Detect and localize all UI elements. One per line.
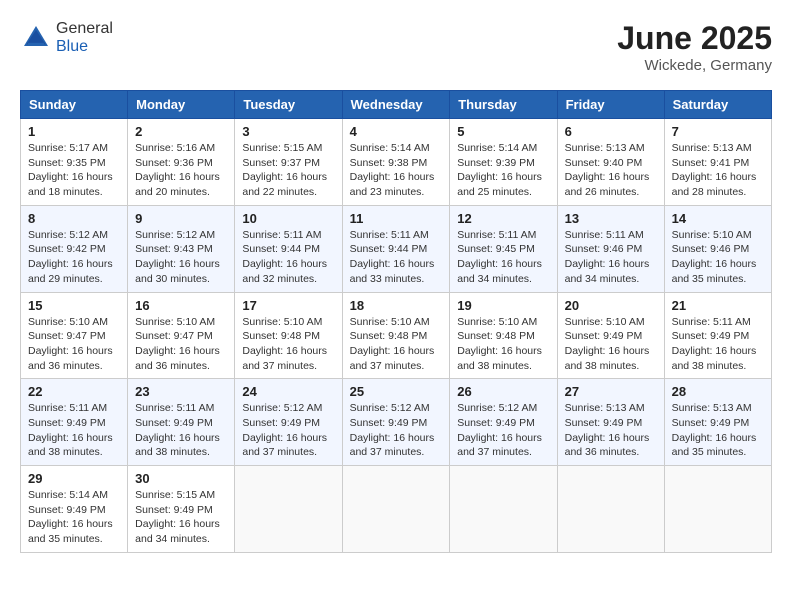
logo-blue-text: Blue	[56, 38, 88, 55]
table-row: 4Sunrise: 5:14 AMSunset: 9:38 PMDaylight…	[342, 119, 450, 206]
calendar-week-1: 1Sunrise: 5:17 AMSunset: 9:35 PMDaylight…	[21, 119, 772, 206]
logo-icon	[20, 22, 52, 54]
table-row: 22Sunrise: 5:11 AMSunset: 9:49 PMDayligh…	[21, 379, 128, 466]
table-row: 7Sunrise: 5:13 AMSunset: 9:41 PMDaylight…	[664, 119, 771, 206]
calendar-week-3: 15Sunrise: 5:10 AMSunset: 9:47 PMDayligh…	[21, 292, 772, 379]
table-row: 25Sunrise: 5:12 AMSunset: 9:49 PMDayligh…	[342, 379, 450, 466]
table-row	[450, 466, 557, 553]
table-row: 12Sunrise: 5:11 AMSunset: 9:45 PMDayligh…	[450, 205, 557, 292]
table-row: 21Sunrise: 5:11 AMSunset: 9:49 PMDayligh…	[664, 292, 771, 379]
location: Wickede, Germany	[617, 57, 772, 74]
page-header: General Blue June 2025 Wickede, Germany	[20, 20, 772, 74]
table-row	[235, 466, 342, 553]
table-row: 23Sunrise: 5:11 AMSunset: 9:49 PMDayligh…	[128, 379, 235, 466]
table-row: 1Sunrise: 5:17 AMSunset: 9:35 PMDaylight…	[21, 119, 128, 206]
table-row: 5Sunrise: 5:14 AMSunset: 9:39 PMDaylight…	[450, 119, 557, 206]
table-row	[557, 466, 664, 553]
col-saturday: Saturday	[664, 91, 771, 119]
col-thursday: Thursday	[450, 91, 557, 119]
table-row: 9Sunrise: 5:12 AMSunset: 9:43 PMDaylight…	[128, 205, 235, 292]
col-wednesday: Wednesday	[342, 91, 450, 119]
table-row: 24Sunrise: 5:12 AMSunset: 9:49 PMDayligh…	[235, 379, 342, 466]
table-row: 28Sunrise: 5:13 AMSunset: 9:49 PMDayligh…	[664, 379, 771, 466]
table-row: 15Sunrise: 5:10 AMSunset: 9:47 PMDayligh…	[21, 292, 128, 379]
logo: General Blue	[20, 20, 113, 55]
table-row: 8Sunrise: 5:12 AMSunset: 9:42 PMDaylight…	[21, 205, 128, 292]
header-row: Sunday Monday Tuesday Wednesday Thursday…	[21, 91, 772, 119]
table-row: 2Sunrise: 5:16 AMSunset: 9:36 PMDaylight…	[128, 119, 235, 206]
table-row: 16Sunrise: 5:10 AMSunset: 9:47 PMDayligh…	[128, 292, 235, 379]
col-monday: Monday	[128, 91, 235, 119]
table-row: 13Sunrise: 5:11 AMSunset: 9:46 PMDayligh…	[557, 205, 664, 292]
table-row: 6Sunrise: 5:13 AMSunset: 9:40 PMDaylight…	[557, 119, 664, 206]
table-row: 14Sunrise: 5:10 AMSunset: 9:46 PMDayligh…	[664, 205, 771, 292]
table-row: 20Sunrise: 5:10 AMSunset: 9:49 PMDayligh…	[557, 292, 664, 379]
table-row: 18Sunrise: 5:10 AMSunset: 9:48 PMDayligh…	[342, 292, 450, 379]
table-row	[664, 466, 771, 553]
month-title: June 2025	[617, 20, 772, 57]
calendar-week-4: 22Sunrise: 5:11 AMSunset: 9:49 PMDayligh…	[21, 379, 772, 466]
table-row: 27Sunrise: 5:13 AMSunset: 9:49 PMDayligh…	[557, 379, 664, 466]
table-row: 3Sunrise: 5:15 AMSunset: 9:37 PMDaylight…	[235, 119, 342, 206]
table-row	[342, 466, 450, 553]
table-row: 26Sunrise: 5:12 AMSunset: 9:49 PMDayligh…	[450, 379, 557, 466]
calendar-week-5: 29Sunrise: 5:14 AMSunset: 9:49 PMDayligh…	[21, 466, 772, 553]
col-friday: Friday	[557, 91, 664, 119]
table-row: 17Sunrise: 5:10 AMSunset: 9:48 PMDayligh…	[235, 292, 342, 379]
col-sunday: Sunday	[21, 91, 128, 119]
table-row: 30Sunrise: 5:15 AMSunset: 9:49 PMDayligh…	[128, 466, 235, 553]
calendar-table: Sunday Monday Tuesday Wednesday Thursday…	[20, 90, 772, 553]
title-block: June 2025 Wickede, Germany	[617, 20, 772, 74]
logo-general-text: General	[56, 20, 113, 37]
calendar-week-2: 8Sunrise: 5:12 AMSunset: 9:42 PMDaylight…	[21, 205, 772, 292]
table-row: 11Sunrise: 5:11 AMSunset: 9:44 PMDayligh…	[342, 205, 450, 292]
table-row: 29Sunrise: 5:14 AMSunset: 9:49 PMDayligh…	[21, 466, 128, 553]
col-tuesday: Tuesday	[235, 91, 342, 119]
table-row: 10Sunrise: 5:11 AMSunset: 9:44 PMDayligh…	[235, 205, 342, 292]
table-row: 19Sunrise: 5:10 AMSunset: 9:48 PMDayligh…	[450, 292, 557, 379]
